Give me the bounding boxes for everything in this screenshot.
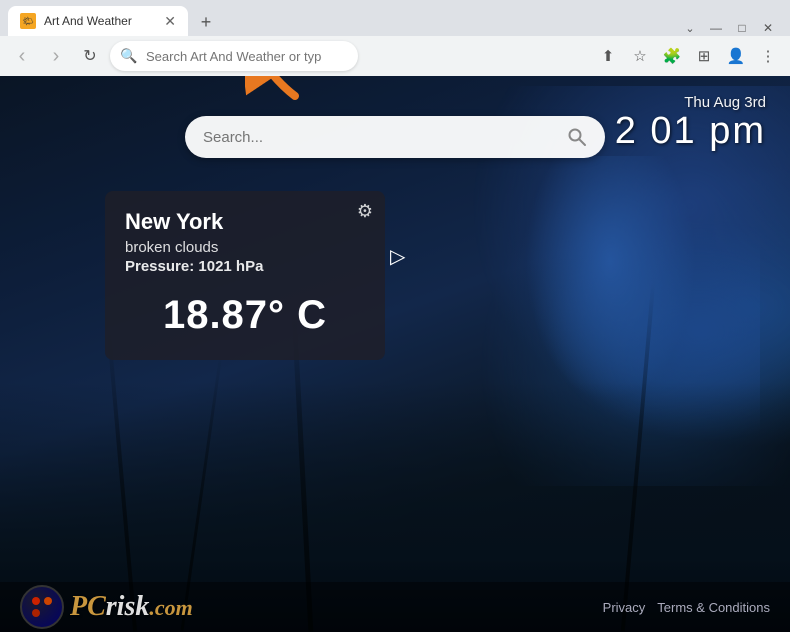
more-options-icon[interactable]: ⋮ bbox=[754, 42, 782, 70]
page-content: Thu Aug 3rd 2 01 pm ⚙ New York broken cl… bbox=[0, 76, 790, 632]
nav-right-buttons: ⬆ ☆ 🧩 ⊞ 👤 ⋮ bbox=[594, 42, 782, 70]
weather-city: New York bbox=[125, 209, 365, 235]
search-container bbox=[185, 116, 605, 158]
weather-widget: ⚙ New York broken clouds Pressure: 1021 … bbox=[105, 191, 385, 360]
date-display: Thu Aug 3rd bbox=[615, 94, 766, 111]
terms-link[interactable]: Terms & Conditions bbox=[657, 600, 770, 615]
logo-risk: risk bbox=[106, 591, 150, 623]
browser-menu-icon[interactable]: ⊞ bbox=[690, 42, 718, 70]
weather-condition: broken clouds bbox=[125, 239, 365, 256]
address-bar-wrap: 🔍 bbox=[110, 41, 588, 71]
maximize-button[interactable]: □ bbox=[734, 20, 750, 36]
back-button[interactable]: ‹ bbox=[8, 42, 36, 70]
logo-text: PC risk .com bbox=[70, 591, 193, 623]
time-display: 2 01 pm bbox=[615, 111, 766, 153]
logo-pc: PC bbox=[70, 591, 106, 623]
nav-bar: ‹ › ↻ 🔍 ⬆ ☆ 🧩 ⊞ 👤 ⋮ bbox=[0, 36, 790, 76]
search-icon: 🔍 bbox=[120, 48, 137, 65]
weather-settings-icon[interactable]: ⚙ bbox=[357, 201, 373, 222]
logo-com: .com bbox=[149, 595, 192, 621]
profile-icon[interactable]: 👤 bbox=[722, 42, 750, 70]
tab-title: Art And Weather bbox=[44, 14, 156, 28]
forward-button[interactable]: › bbox=[42, 42, 70, 70]
logo-dot-3 bbox=[32, 609, 40, 617]
close-button[interactable]: ✕ bbox=[760, 20, 776, 36]
chevron-down-icon[interactable]: ⌄ bbox=[682, 20, 698, 36]
minimize-button[interactable]: — bbox=[708, 20, 724, 36]
share-icon[interactable]: ⬆ bbox=[594, 42, 622, 70]
refresh-button[interactable]: ↻ bbox=[76, 42, 104, 70]
extensions-icon[interactable]: 🧩 bbox=[658, 42, 686, 70]
window-controls: ⌄ — □ ✕ bbox=[682, 20, 782, 36]
footer-logo: PC risk .com bbox=[20, 585, 193, 629]
tab-active[interactable]: 🌤 Art And Weather ✕ bbox=[8, 6, 188, 36]
bookmark-icon[interactable]: ☆ bbox=[626, 42, 654, 70]
tab-close-icon[interactable]: ✕ bbox=[164, 13, 176, 30]
logo-dot-2 bbox=[44, 597, 52, 605]
search-button[interactable] bbox=[561, 121, 593, 153]
new-tab-button[interactable]: + bbox=[192, 8, 220, 36]
page-footer: PC risk .com Privacy Terms & Conditions bbox=[0, 582, 790, 632]
logo-dot-1 bbox=[32, 597, 40, 605]
address-bar[interactable] bbox=[110, 41, 358, 71]
search-input[interactable] bbox=[203, 129, 561, 146]
privacy-link[interactable]: Privacy bbox=[603, 600, 646, 615]
title-bar: 🌤 Art And Weather ✕ + ⌄ — □ ✕ bbox=[0, 0, 790, 36]
weather-pressure: Pressure: 1021 hPa bbox=[125, 258, 365, 275]
datetime-display: Thu Aug 3rd 2 01 pm bbox=[615, 94, 766, 153]
weather-temperature: 18.87° C bbox=[125, 293, 365, 338]
orange-arrow bbox=[245, 76, 305, 101]
browser-chrome: 🌤 Art And Weather ✕ + ⌄ — □ ✕ ‹ › ↻ 🔍 ⬆ … bbox=[0, 0, 790, 76]
footer-links: Privacy Terms & Conditions bbox=[603, 600, 770, 615]
search-bar bbox=[185, 116, 605, 158]
tab-favicon: 🌤 bbox=[20, 13, 36, 29]
logo-icon bbox=[20, 585, 64, 629]
